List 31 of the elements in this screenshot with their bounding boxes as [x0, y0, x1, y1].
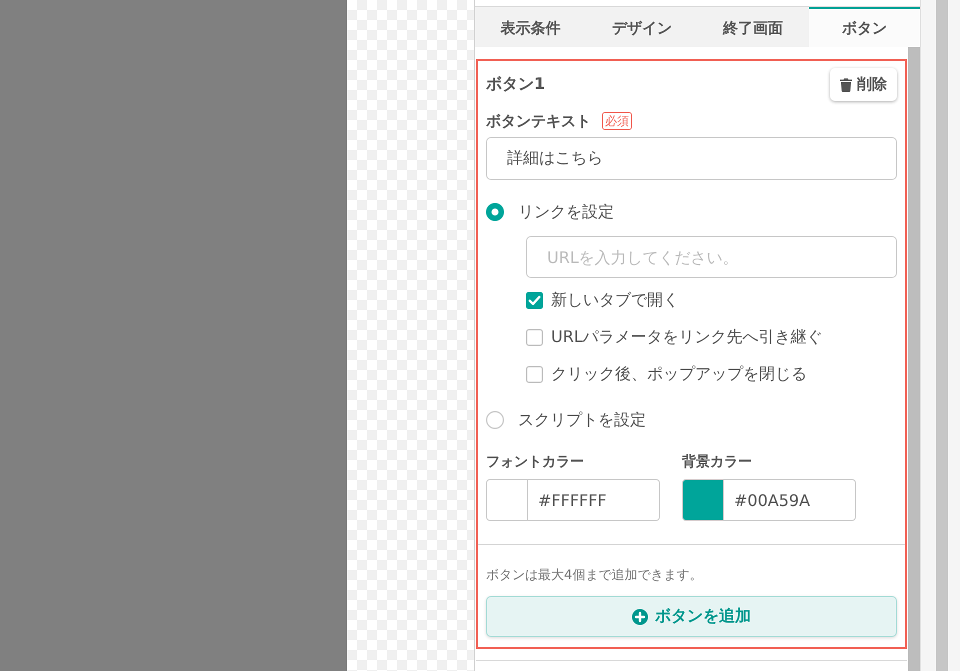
delete-button[interactable]: 削除	[830, 68, 897, 101]
scrollbar-thumb[interactable]	[908, 47, 920, 671]
color-swatch[interactable]	[486, 479, 528, 521]
checkbox[interactable]	[526, 366, 543, 382]
color-swatch[interactable]	[682, 479, 724, 521]
tab[interactable]: 終了画面	[698, 7, 809, 47]
radio-label[interactable]: スクリプトを設定	[518, 410, 646, 430]
hex-input-field[interactable]: #00A59A	[724, 479, 856, 521]
plus-circle-icon	[632, 608, 648, 624]
radio-button[interactable]	[486, 203, 504, 221]
url-input-field[interactable]: URLを入力してください。	[526, 236, 897, 278]
tab[interactable]: デザイン	[586, 7, 698, 47]
trash-icon	[840, 78, 852, 92]
scrollbar-thumb[interactable]	[936, 0, 948, 671]
tab[interactable]: 表示条件	[475, 7, 586, 47]
radio-button[interactable]	[486, 411, 504, 429]
checkbox[interactable]	[526, 328, 543, 346]
field-label: 背景カラー	[682, 453, 753, 472]
checkbox[interactable]	[526, 292, 543, 308]
radio-label[interactable]: リンクを設定	[518, 202, 614, 222]
checkbox-label[interactable]: URLパラメータをリンク先へ引き継ぐ	[551, 326, 823, 348]
help-text: ボタンは最大4個まで追加できます。	[486, 567, 704, 585]
hex-input-field[interactable]: #FFFFFF	[528, 479, 660, 521]
card-title: ボタン1	[486, 74, 546, 95]
tab[interactable]: ボタン	[808, 7, 920, 47]
text-input-field[interactable]: 詳細はこちら	[486, 137, 897, 180]
required-badge: 必須	[602, 112, 632, 130]
checkbox-label[interactable]: 新しいタブで開く	[551, 290, 679, 310]
checkbox-label[interactable]: クリック後、ポップアップを閉じる	[551, 364, 807, 384]
field-label: フォントカラー	[486, 453, 585, 472]
field-label: ボタンテキスト	[486, 112, 591, 130]
